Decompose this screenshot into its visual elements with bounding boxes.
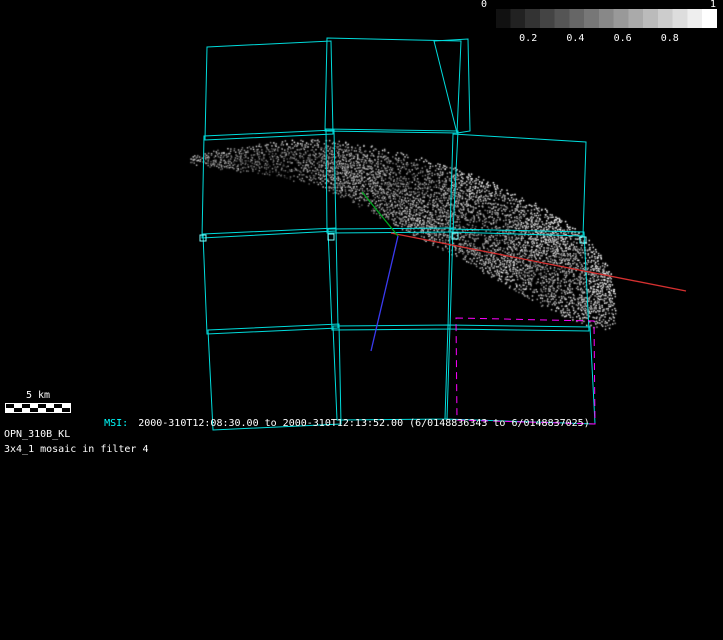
image-footprint[interactable]	[434, 39, 470, 133]
image-footprint[interactable]	[448, 229, 589, 331]
instrument-label: MSI:	[104, 418, 128, 429]
colorbar-ramp	[481, 9, 717, 28]
image-footprint[interactable]	[328, 228, 453, 330]
scale-checker-icon	[5, 403, 71, 413]
status-line: MSI: 2000-310T12:08:30.00 to 2000-310T12:…	[80, 407, 590, 440]
image-footprint[interactable]	[205, 41, 333, 140]
scale-bar: 5 km	[5, 390, 71, 413]
axis-blue-line	[371, 236, 398, 351]
observation-time-range: 2000-310T12:08:30.00 to 2000-310T12:13:5…	[138, 418, 590, 429]
axis-red-line	[391, 233, 686, 291]
colorbar-tick-label: 0.6	[614, 34, 632, 44]
colorbar-tick-label: 0.8	[661, 34, 679, 44]
colorbar: 0 1 0.2 0.4 0.6 0.8	[481, 0, 717, 48]
footer-info: OPN_310B_KL 3x4_1 mosaic in filter 4	[4, 429, 149, 459]
footprint-corner-marker	[580, 237, 586, 243]
mosaic-footprint-overlay[interactable]	[0, 0, 723, 640]
colorbar-tick-label: 0.4	[566, 34, 584, 44]
image-footprint[interactable]	[333, 325, 450, 420]
image-footprint[interactable]	[326, 129, 458, 233]
colorbar-tick-label: 0.2	[519, 34, 537, 44]
axis-green-line	[362, 192, 398, 236]
image-footprint[interactable]	[202, 130, 336, 238]
image-footprint[interactable]	[325, 38, 461, 133]
sequence-id: OPN_310B_KL	[4, 429, 149, 440]
image-footprint[interactable]	[450, 134, 586, 236]
orientation-axes	[362, 192, 686, 351]
msi-mosaic-viewer: 0 1 0.2 0.4 0.6 0.8 5 km MSI: 2000-310T12…	[0, 0, 723, 640]
image-footprint[interactable]	[203, 228, 338, 334]
scale-label: 5 km	[5, 390, 71, 401]
mosaic-description: 3x4_1 mosaic in filter 4	[4, 444, 149, 455]
